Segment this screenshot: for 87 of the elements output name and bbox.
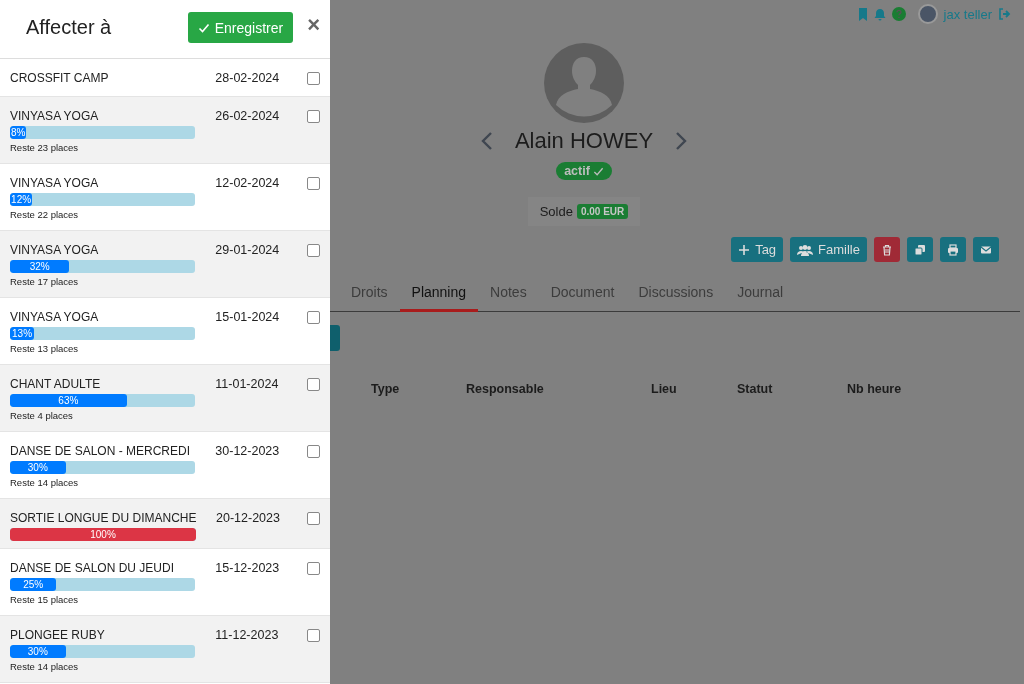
checkbox[interactable] [307,378,320,391]
tab[interactable]: Document [538,276,627,312]
remaining-places: Reste 14 places [10,660,80,673]
bookmark-icon [857,7,868,21]
previous-button[interactable] [480,131,493,151]
progress-fill: 100% [10,528,196,541]
column-header: Type [371,382,401,396]
remaining-places: Reste 4 places [10,409,74,422]
progress-fill: 30% [10,461,66,474]
print-button[interactable] [940,237,966,262]
remaining-places: Reste 22 places [10,208,80,221]
logout-icon [998,8,1012,20]
progress-fill: 12% [10,193,33,206]
checkbox[interactable] [307,562,320,575]
tab[interactable]: Discussions [626,276,726,312]
check-icon [197,21,210,34]
balance-amount: 0.00 EUR [576,204,629,219]
copy-icon [914,243,926,256]
save-button[interactable]: Enregistrer [187,12,294,43]
status-badge: actif [556,162,612,180]
email-button[interactable] [973,237,999,262]
tab[interactable]: Droits [339,276,400,312]
session-name: CHANT ADULTE [10,376,102,392]
remaining-places: Reste 17 places [10,275,80,288]
column-header: Nb heure [847,382,903,396]
remaining-places: Reste 15 places [10,593,80,606]
session-date: 11-01-2024 [215,376,280,393]
checkbox[interactable] [307,512,320,525]
avatar-silhouette-icon [544,43,624,123]
copy-button[interactable] [907,237,933,262]
panel-title: Affecter à [26,15,113,39]
tab[interactable]: Notes [478,276,539,312]
progress-fill: 32% [10,260,70,273]
session-name: VINYASA YOGA [10,309,100,325]
checkbox[interactable] [307,110,320,123]
remaining-places: Reste 14 places [10,476,80,489]
checkbox[interactable] [307,445,320,458]
member-name: Alain HOWEY [514,128,654,154]
user-avatar [917,4,938,24]
progress-fill: 13% [10,327,35,340]
session-date: 12-02-2024 [215,175,281,192]
progress-fill: 30% [10,645,66,658]
session-name: DANSE DE SALON DU JEUDI [10,560,176,576]
progress-fill: 25% [10,578,57,591]
session-date: 15-01-2024 [215,309,281,326]
plus-icon [738,243,751,256]
bell-icon [873,7,886,21]
session-name: SORTIE LONGUE DU DIMANCHE [10,510,196,526]
tab[interactable]: Planning [399,276,479,312]
session-name: VINYASA YOGA [10,175,100,191]
checkbox[interactable] [307,311,320,324]
session-name: CROSSFIT CAMP [10,70,110,86]
trash-icon [881,243,893,256]
session-date: 15-12-2023 [215,560,281,577]
tab[interactable]: Journal [725,276,796,312]
balance-label: Solde [539,204,573,219]
next-button[interactable] [675,131,688,151]
family-button[interactable]: Famille [790,237,867,262]
printer-icon [947,243,959,256]
session-date: 11-12-2023 [215,627,280,644]
session-date: 28-02-2024 [215,70,281,87]
help-icon [891,7,906,21]
session-date: 20-12-2023 [216,510,281,527]
tag-button[interactable]: Tag [731,237,784,262]
checkbox[interactable] [307,177,320,190]
checkbox[interactable] [307,244,320,257]
remaining-places: Reste 23 places [10,141,80,154]
session-name: VINYASA YOGA [10,242,100,258]
checkbox[interactable] [307,72,320,85]
close-button[interactable]: × [307,11,320,38]
users-icon [797,243,814,256]
session-name: DANSE DE SALON - MERCREDI [10,443,192,459]
column-header: Lieu [651,382,678,396]
session-name: PLONGEE RUBY [10,627,106,643]
check-icon [592,165,604,177]
column-header: Responsable [466,382,545,396]
delete-button[interactable] [874,237,900,262]
session-name: VINYASA YOGA [10,108,100,124]
column-header: Statut [737,382,774,396]
remaining-places: Reste 13 places [10,342,80,355]
progress-fill: 63% [10,394,127,407]
checkbox[interactable] [307,629,320,642]
session-date: 30-12-2023 [215,443,281,460]
progress-fill: 8% [10,126,27,139]
session-date: 26-02-2024 [215,108,281,125]
session-date: 29-01-2024 [215,242,281,259]
toggle-button[interactable] [330,325,340,351]
